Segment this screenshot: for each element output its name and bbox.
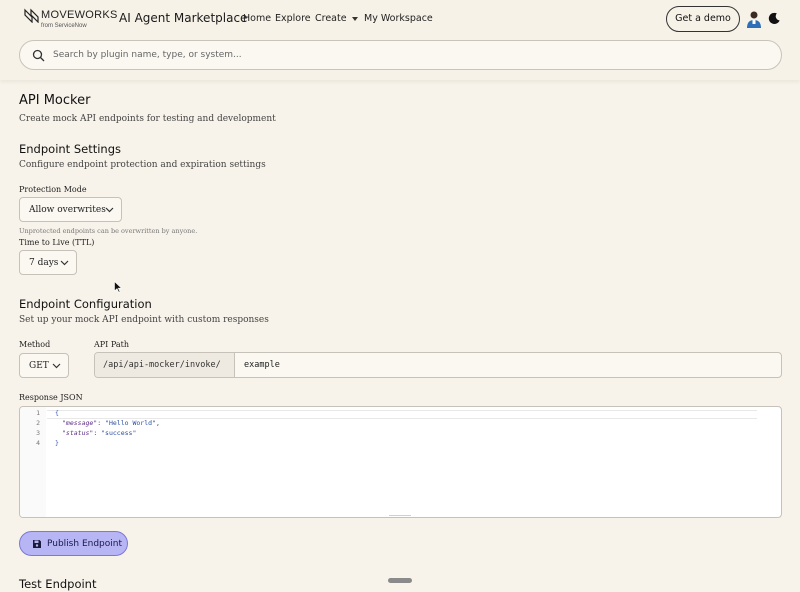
chevron-down-icon <box>60 260 69 266</box>
method-value: GET <box>29 361 49 371</box>
api-path-input[interactable] <box>236 353 776 377</box>
scroll-indicator[interactable] <box>388 578 412 583</box>
publish-endpoint-button[interactable]: Publish Endpoint <box>19 531 128 556</box>
user-avatar-icon[interactable] <box>746 10 762 28</box>
top-header: MOVEWORKS from ServiceNow AI Agent Marke… <box>0 0 800 80</box>
endpoint-configuration-description: Set up your mock API endpoint with custo… <box>19 315 269 325</box>
dark-mode-moon-icon[interactable] <box>768 12 781 25</box>
protection-mode-hint: Unprotected endpoints can be overwritten… <box>19 227 198 235</box>
logo-subtext: from ServiceNow <box>41 23 87 29</box>
method-select[interactable]: GET <box>19 353 69 378</box>
active-line-highlight <box>47 410 757 419</box>
moveworks-logo[interactable]: MOVEWORKS from ServiceNow <box>24 7 117 31</box>
json-key-status: "status" <box>62 429 94 437</box>
protection-mode-select[interactable]: Allow overwrites <box>19 197 122 222</box>
code-line: "message": "Hello World", <box>62 419 160 427</box>
brand-title[interactable]: AI Agent Marketplace <box>119 11 247 25</box>
response-json-label: Response JSON <box>19 393 83 402</box>
nav-home[interactable]: Home <box>243 13 271 24</box>
code-line: { <box>55 409 59 417</box>
page-subtitle: Create mock API endpoints for testing an… <box>19 114 276 124</box>
get-demo-button[interactable]: Get a demo <box>666 6 740 32</box>
api-path-prefix: /api/api-mocker/invoke/ <box>95 353 235 377</box>
search-input[interactable]: Search by plugin name, type, or system..… <box>53 50 242 60</box>
chevron-down-icon <box>351 16 358 21</box>
chevron-down-icon <box>105 207 114 213</box>
response-json-editor[interactable]: 1 2 3 4 { "message": "Hello World", "sta… <box>19 406 782 518</box>
publish-endpoint-label: Publish Endpoint <box>47 539 122 549</box>
api-path-label: API Path <box>94 340 130 349</box>
endpoint-settings-description: Configure endpoint protection and expira… <box>19 160 266 170</box>
nav-my-workspace[interactable]: My Workspace <box>364 13 433 24</box>
line-number-gutter: 1 2 3 4 <box>20 407 46 517</box>
search-bar[interactable]: Search by plugin name, type, or system..… <box>19 40 782 70</box>
endpoint-settings-heading: Endpoint Settings <box>19 142 122 156</box>
json-value-message: "Hello World" <box>105 419 156 427</box>
code-line: "status": "success" <box>62 429 137 437</box>
json-open-brace: { <box>55 409 59 417</box>
save-icon <box>33 540 41 548</box>
api-path-field: /api/api-mocker/invoke/ <box>94 352 782 378</box>
json-value-status: "success" <box>101 429 137 437</box>
line-number: 3 <box>36 429 40 437</box>
ttl-label: Time to Live (TTL) <box>19 238 95 247</box>
json-close-brace: } <box>55 439 59 447</box>
nav-explore[interactable]: Explore <box>275 13 311 24</box>
nav-create-label: Create <box>315 13 347 24</box>
search-icon <box>32 49 45 62</box>
nav-create[interactable]: Create <box>315 13 358 24</box>
moveworks-logo-icon <box>24 8 39 23</box>
endpoint-configuration-heading: Endpoint Configuration <box>19 297 152 311</box>
page-title: API Mocker <box>19 93 91 108</box>
test-endpoint-heading: Test Endpoint <box>19 577 97 591</box>
line-number: 4 <box>36 439 40 447</box>
chevron-down-icon <box>52 363 61 369</box>
line-number: 2 <box>36 419 40 427</box>
line-number: 1 <box>36 409 40 417</box>
json-key-message: "message" <box>62 419 98 427</box>
code-line: } <box>55 439 59 447</box>
protection-mode-label: Protection Mode <box>19 185 87 194</box>
method-label: Method <box>19 340 51 349</box>
ttl-value: 7 days <box>29 258 59 268</box>
mouse-pointer-icon <box>114 281 122 293</box>
protection-mode-value: Allow overwrites <box>29 205 106 215</box>
logo-text: MOVEWORKS <box>41 9 118 21</box>
editor-resize-handle[interactable] <box>389 515 411 516</box>
ttl-select[interactable]: 7 days <box>19 250 77 275</box>
